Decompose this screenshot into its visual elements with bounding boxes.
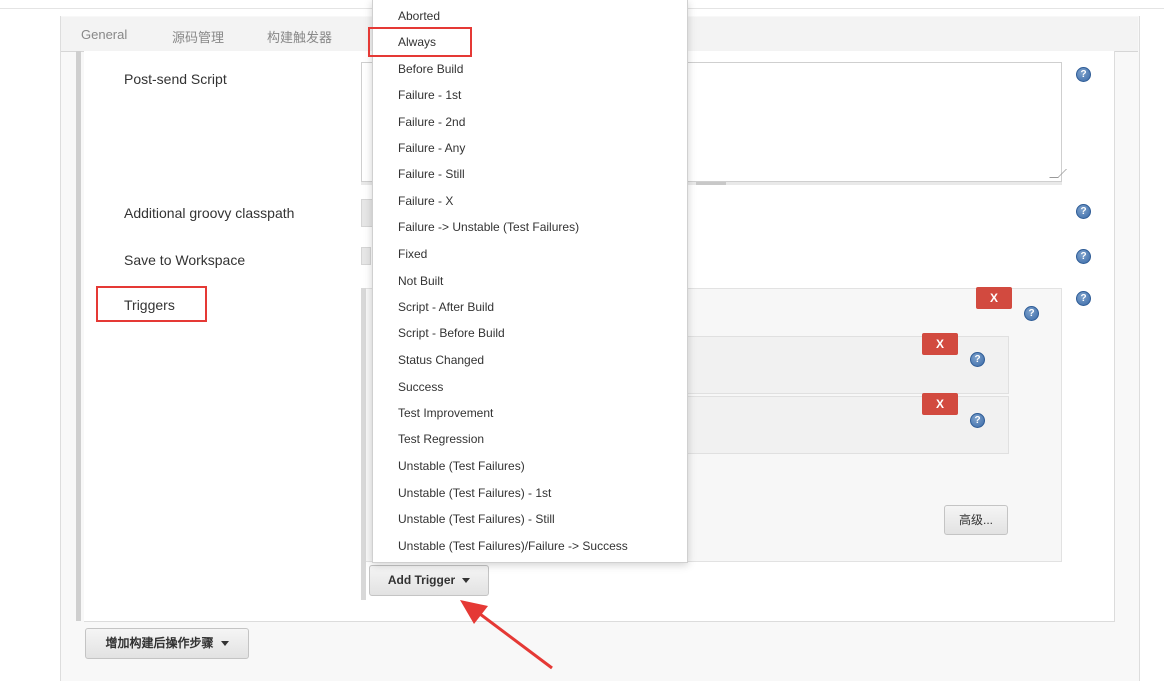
dropdown-item[interactable]: Test Improvement	[398, 406, 493, 420]
save-to-workspace-label: Save to Workspace	[124, 252, 246, 268]
help-icon[interactable]: ?	[1076, 67, 1091, 82]
save-to-workspace-checkbox[interactable]	[361, 247, 371, 265]
section-indent-bar	[76, 51, 81, 621]
scrollbar-thumb[interactable]	[696, 182, 726, 185]
help-icon[interactable]: ?	[970, 352, 985, 367]
dropdown-item[interactable]: Unstable (Test Failures) - Still	[398, 512, 555, 526]
help-icon[interactable]: ?	[970, 413, 985, 428]
dropdown-item[interactable]: Unstable (Test Failures) - 1st	[398, 486, 551, 500]
triggers-indent-bar	[361, 288, 366, 600]
delete-recipient-button[interactable]: X	[922, 333, 958, 355]
groovy-classpath-label: Additional groovy classpath	[124, 205, 295, 221]
caret-down-icon	[220, 641, 229, 647]
dropdown-item[interactable]: Not Built	[398, 274, 443, 288]
dropdown-item[interactable]: Test Regression	[398, 432, 484, 446]
advanced-button[interactable]: 高级...	[944, 505, 1008, 535]
dropdown-item[interactable]: Unstable (Test Failures)	[398, 459, 525, 473]
annotation-arrow-icon	[460, 600, 553, 670]
post-send-script-label: Post-send Script	[124, 71, 227, 87]
tab-build-triggers[interactable]: 构建触发器	[267, 27, 332, 46]
delete-trigger-button[interactable]: X	[976, 287, 1012, 309]
help-icon[interactable]: ?	[1076, 291, 1091, 306]
dropdown-item[interactable]: Failure - Any	[398, 141, 465, 155]
trigger-type-dropdown: Aborted Always Before Build Failure - 1s…	[372, 0, 688, 563]
tab-source-management[interactable]: 源码管理	[172, 27, 224, 46]
dropdown-item[interactable]: Script - Before Build	[398, 326, 505, 340]
dropdown-item[interactable]: Failure -> Unstable (Test Failures)	[398, 220, 579, 234]
dropdown-item[interactable]: Status Changed	[398, 353, 484, 367]
dropdown-item[interactable]: Fixed	[398, 247, 427, 261]
dropdown-item[interactable]: Failure - 2nd	[398, 115, 465, 129]
dropdown-item[interactable]: Script - After Build	[398, 300, 494, 314]
triggers-highlight-box	[96, 286, 207, 322]
dropdown-item[interactable]: Success	[398, 380, 443, 394]
help-icon[interactable]: ?	[1076, 204, 1091, 219]
delete-recipient-button[interactable]: X	[922, 393, 958, 415]
arrow-shaft	[471, 606, 553, 670]
tab-general[interactable]: General	[81, 27, 127, 42]
dropdown-item[interactable]: Unstable (Test Failures)/Failure -> Succ…	[398, 539, 628, 553]
caret-down-icon	[462, 578, 471, 584]
trigger-block	[680, 336, 1009, 394]
help-icon[interactable]: ?	[1076, 249, 1091, 264]
add-post-build-step-button[interactable]: 增加构建后操作步骤	[85, 628, 249, 659]
always-highlight-box	[368, 27, 472, 57]
dropdown-item[interactable]: Failure - Still	[398, 167, 465, 181]
dropdown-item[interactable]: Failure - X	[398, 194, 453, 208]
help-icon[interactable]: ?	[1024, 306, 1039, 321]
add-post-build-step-label: 增加构建后操作步骤	[105, 636, 214, 650]
dropdown-item[interactable]: Aborted	[398, 9, 440, 23]
trigger-block	[680, 396, 1009, 454]
dropdown-item[interactable]: Before Build	[398, 62, 463, 76]
arrow-head	[460, 600, 488, 624]
dropdown-item[interactable]: Failure - 1st	[398, 88, 461, 102]
add-trigger-label: Add Trigger	[387, 573, 456, 587]
